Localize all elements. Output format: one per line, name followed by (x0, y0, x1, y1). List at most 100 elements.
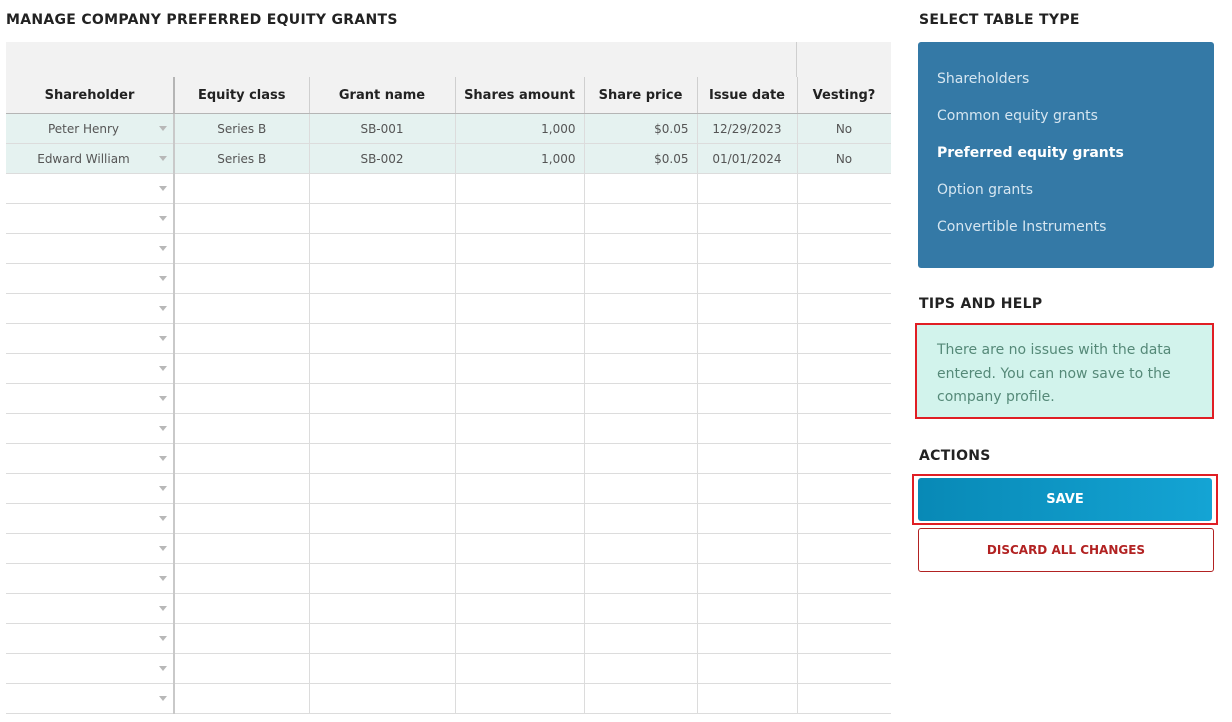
empty-cell[interactable] (697, 683, 798, 714)
empty-cell[interactable] (584, 323, 698, 354)
empty-cell[interactable] (797, 413, 891, 444)
shareholder-select-cell[interactable] (6, 443, 175, 474)
empty-cell[interactable] (584, 293, 698, 324)
shareholder-select-cell[interactable] (6, 413, 175, 444)
dropdown-caret-icon[interactable] (159, 426, 167, 431)
empty-cell[interactable] (584, 473, 698, 504)
empty-cell[interactable] (455, 563, 585, 594)
empty-cell[interactable] (697, 323, 798, 354)
empty-cell[interactable] (309, 293, 456, 324)
dropdown-caret-icon[interactable] (159, 606, 167, 611)
empty-cell[interactable] (174, 413, 310, 444)
empty-cell[interactable] (455, 293, 585, 324)
empty-cell[interactable] (174, 263, 310, 294)
empty-cell[interactable] (309, 473, 456, 504)
empty-cell[interactable] (584, 353, 698, 384)
shareholder-select-cell[interactable] (6, 533, 175, 564)
empty-cell[interactable] (309, 503, 456, 534)
shareholder-select-cell[interactable] (6, 503, 175, 534)
dropdown-caret-icon[interactable] (159, 246, 167, 251)
empty-cell[interactable] (697, 353, 798, 384)
empty-cell[interactable] (309, 533, 456, 564)
dropdown-caret-icon[interactable] (159, 456, 167, 461)
empty-cell[interactable] (174, 353, 310, 384)
empty-cell[interactable] (455, 383, 585, 414)
column-header-issue-date[interactable]: Issue date (697, 77, 798, 114)
shareholder-select-cell[interactable] (6, 563, 175, 594)
shareholder-select-cell[interactable] (6, 233, 175, 264)
table-type-convertible-instruments[interactable]: Convertible Instruments (937, 219, 1106, 235)
empty-cell[interactable] (174, 173, 310, 204)
empty-cell[interactable] (309, 233, 456, 264)
empty-cell[interactable] (309, 563, 456, 594)
empty-cell[interactable] (309, 413, 456, 444)
empty-cell[interactable] (584, 443, 698, 474)
shareholder-select-cell[interactable] (6, 323, 175, 354)
empty-cell[interactable] (584, 533, 698, 564)
empty-cell[interactable] (455, 263, 585, 294)
dropdown-caret-icon[interactable] (159, 276, 167, 281)
empty-cell[interactable] (797, 173, 891, 204)
empty-cell[interactable] (797, 593, 891, 624)
empty-cell[interactable] (174, 623, 310, 654)
empty-cell[interactable] (584, 203, 698, 234)
empty-cell[interactable] (584, 623, 698, 654)
empty-cell[interactable] (697, 653, 798, 684)
dropdown-caret-icon[interactable] (159, 486, 167, 491)
dropdown-caret-icon[interactable] (159, 366, 167, 371)
empty-cell[interactable] (455, 593, 585, 624)
table-type-common-equity-grants[interactable]: Common equity grants (937, 108, 1098, 124)
empty-cell[interactable] (697, 443, 798, 474)
dropdown-caret-icon[interactable] (159, 336, 167, 341)
empty-cell[interactable] (455, 203, 585, 234)
vesting-cell[interactable]: No (797, 113, 891, 144)
empty-cell[interactable] (309, 173, 456, 204)
shareholder-select-cell[interactable] (6, 623, 175, 654)
dropdown-caret-icon[interactable] (159, 666, 167, 671)
dropdown-caret-icon[interactable] (159, 186, 167, 191)
shareholder-select-cell[interactable] (6, 203, 175, 234)
issue-date-cell[interactable]: 12/29/2023 (697, 113, 798, 144)
empty-cell[interactable] (174, 383, 310, 414)
shares-amount-cell[interactable]: 1,000 (455, 143, 585, 174)
empty-cell[interactable] (455, 533, 585, 564)
empty-cell[interactable] (174, 563, 310, 594)
shareholder-select-cell[interactable]: Edward William (6, 143, 175, 174)
shareholder-select-cell[interactable] (6, 293, 175, 324)
empty-cell[interactable] (797, 443, 891, 474)
empty-cell[interactable] (455, 233, 585, 264)
empty-cell[interactable] (309, 683, 456, 714)
table-type-preferred-equity-grants[interactable]: Preferred equity grants (937, 145, 1124, 161)
empty-cell[interactable] (697, 533, 798, 564)
empty-cell[interactable] (455, 623, 585, 654)
dropdown-caret-icon[interactable] (159, 576, 167, 581)
empty-cell[interactable] (455, 173, 585, 204)
dropdown-caret-icon[interactable] (159, 156, 167, 161)
empty-cell[interactable] (797, 353, 891, 384)
column-header-shareholder[interactable]: Shareholder (6, 77, 175, 114)
dropdown-caret-icon[interactable] (159, 216, 167, 221)
column-header-equity-class[interactable]: Equity class (174, 77, 310, 114)
empty-cell[interactable] (797, 623, 891, 654)
empty-cell[interactable] (797, 563, 891, 594)
equity-class-cell[interactable]: Series B (174, 143, 310, 174)
empty-cell[interactable] (697, 503, 798, 534)
dropdown-caret-icon[interactable] (159, 126, 167, 131)
empty-cell[interactable] (584, 173, 698, 204)
empty-cell[interactable] (309, 653, 456, 684)
empty-cell[interactable] (584, 563, 698, 594)
empty-cell[interactable] (309, 383, 456, 414)
empty-cell[interactable] (797, 263, 891, 294)
empty-cell[interactable] (174, 593, 310, 624)
column-header-shares-amount[interactable]: Shares amount (455, 77, 585, 114)
empty-cell[interactable] (455, 323, 585, 354)
empty-cell[interactable] (455, 473, 585, 504)
dropdown-caret-icon[interactable] (159, 636, 167, 641)
empty-cell[interactable] (174, 473, 310, 504)
empty-cell[interactable] (697, 233, 798, 264)
equity-class-cell[interactable]: Series B (174, 113, 310, 144)
shares-amount-cell[interactable]: 1,000 (455, 113, 585, 144)
empty-cell[interactable] (697, 173, 798, 204)
empty-cell[interactable] (309, 323, 456, 354)
empty-cell[interactable] (584, 233, 698, 264)
